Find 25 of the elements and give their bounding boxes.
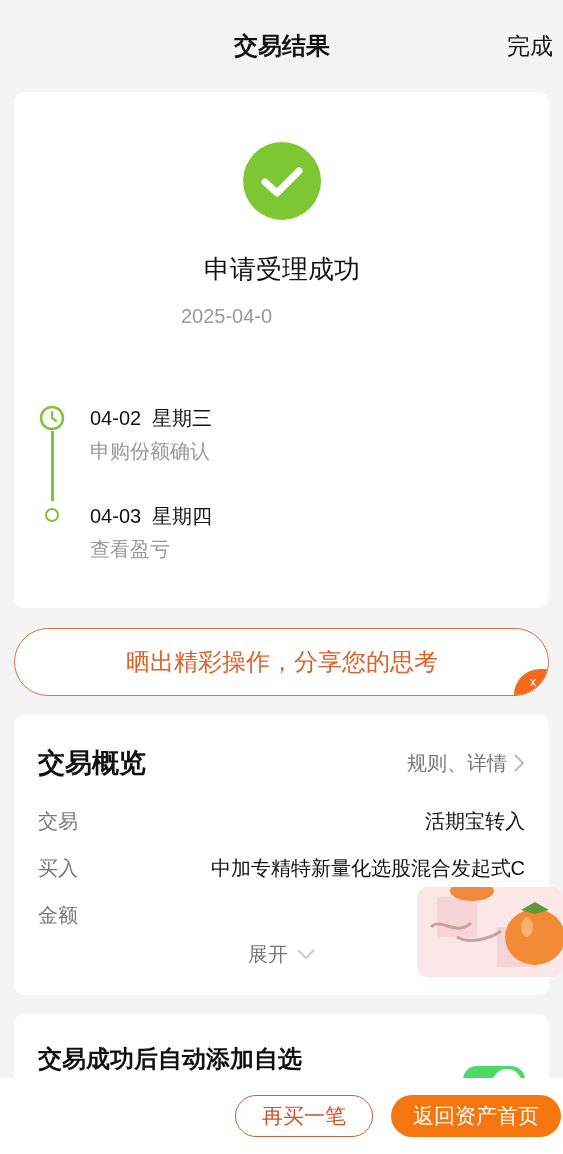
- page-title: 交易结果: [233, 31, 330, 61]
- section-title: 交易概览: [38, 747, 146, 780]
- result-time: 2025-04-0: [180, 304, 274, 329]
- success-check-icon: [242, 142, 321, 220]
- buy-again-button[interactable]: 再买一笔: [235, 1095, 373, 1137]
- auto-add-label: 交易成功后自动添加自选: [38, 1044, 302, 1074]
- timeline-dot-icon: [44, 507, 60, 523]
- row-label: 交易: [38, 809, 78, 834]
- home-button[interactable]: 返回资产首页: [391, 1095, 561, 1137]
- row-label: 买入: [38, 856, 78, 881]
- share-banner[interactable]: 晒出精彩操作，分享您的思考 x: [14, 628, 549, 696]
- rules-details-link[interactable]: 规则、详情: [407, 748, 525, 779]
- result-title: 申请受理成功: [203, 253, 360, 286]
- chevron-right-icon: [513, 753, 525, 774]
- timeline-note: 查看盈亏: [90, 537, 171, 562]
- row-value: 活期宝转入: [425, 809, 525, 834]
- expand-button[interactable]: 展开: [247, 938, 316, 969]
- timeline-date: 04-03 星期四: [90, 504, 213, 529]
- timeline-note: 申购份额确认: [90, 439, 211, 464]
- row-value: 中加专精特新量化选股混合发起式C: [210, 856, 525, 881]
- done-button[interactable]: 完成: [507, 28, 553, 64]
- row-label: 金额: [38, 903, 78, 928]
- timeline-date: 04-02 星期三: [90, 406, 213, 431]
- chevron-down-icon: [295, 947, 316, 960]
- close-button[interactable]: x: [514, 669, 548, 695]
